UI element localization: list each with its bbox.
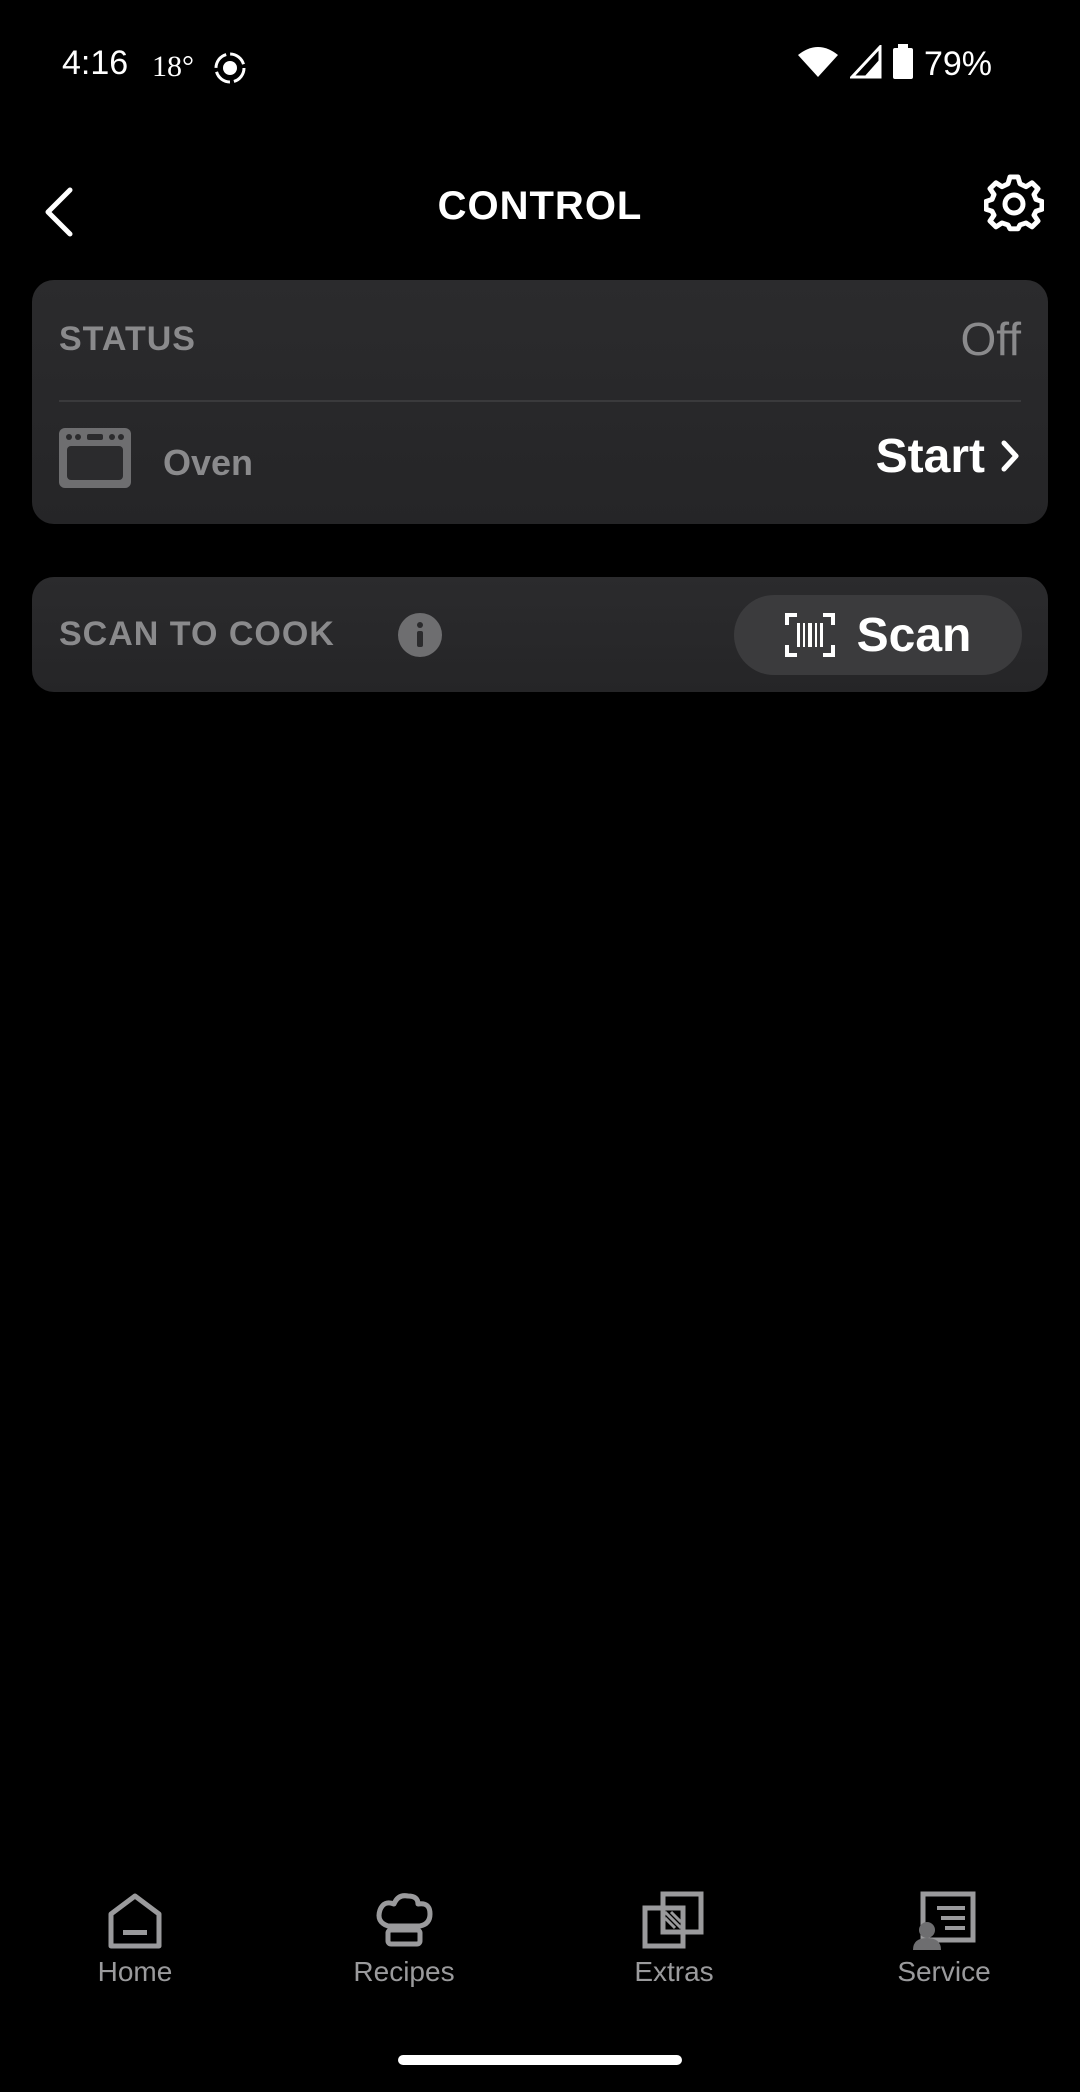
nav-recipes-label: Recipes (353, 1956, 455, 1987)
nav-service[interactable]: Service (844, 1890, 1044, 2020)
oven-row[interactable]: Oven Start (59, 400, 1021, 524)
status-time: 4:16 (62, 44, 129, 82)
home-indicator[interactable] (398, 2055, 682, 2065)
status-label: STATUS (59, 320, 196, 358)
bottom-nav: Home Recipes Extras Service (0, 1890, 1080, 2020)
status-card: STATUS Off Oven Start (32, 280, 1048, 524)
status-bar: 4:16 18° 79% (0, 0, 1080, 130)
scan-to-cook-card: SCAN TO COOK Scan (32, 577, 1048, 692)
nav-home[interactable]: Home (35, 1890, 235, 2020)
extras-icon (642, 1891, 704, 1949)
start-button[interactable]: Start (876, 426, 1021, 486)
app-header: CONTROL (0, 170, 1080, 250)
nav-extras-label: Extras (634, 1956, 714, 1987)
start-label: Start (875, 429, 985, 483)
screen-record-icon (212, 50, 248, 90)
home-icon (108, 1893, 162, 1949)
scan-to-cook-label: SCAN TO COOK (59, 615, 335, 653)
gear-icon (983, 174, 1045, 232)
scan-button[interactable]: Scan (734, 595, 1022, 675)
battery-percentage: 79% (923, 44, 992, 83)
nav-extras[interactable]: Extras (574, 1890, 774, 2020)
chef-hat-icon (376, 1893, 433, 1947)
wifi-icon (796, 45, 840, 83)
chevron-right-icon (1001, 440, 1019, 472)
nav-recipes[interactable]: Recipes (304, 1890, 504, 2020)
status-value: Off (960, 313, 1021, 365)
scan-button-label: Scan (856, 608, 972, 662)
service-icon (913, 1891, 976, 1950)
cell-signal-icon (848, 43, 882, 83)
settings-button[interactable] (983, 174, 1045, 234)
oven-icon (59, 428, 131, 492)
battery-icon (892, 44, 914, 84)
barcode-scan-icon (784, 613, 835, 657)
nav-home-label: Home (97, 1956, 173, 1987)
oven-label: Oven (163, 442, 254, 483)
status-row: STATUS Off (59, 280, 1021, 402)
nav-service-label: Service (897, 1956, 991, 1987)
page-title: CONTROL (437, 184, 643, 228)
info-icon[interactable] (398, 613, 442, 661)
status-temperature: 18° (152, 50, 194, 83)
